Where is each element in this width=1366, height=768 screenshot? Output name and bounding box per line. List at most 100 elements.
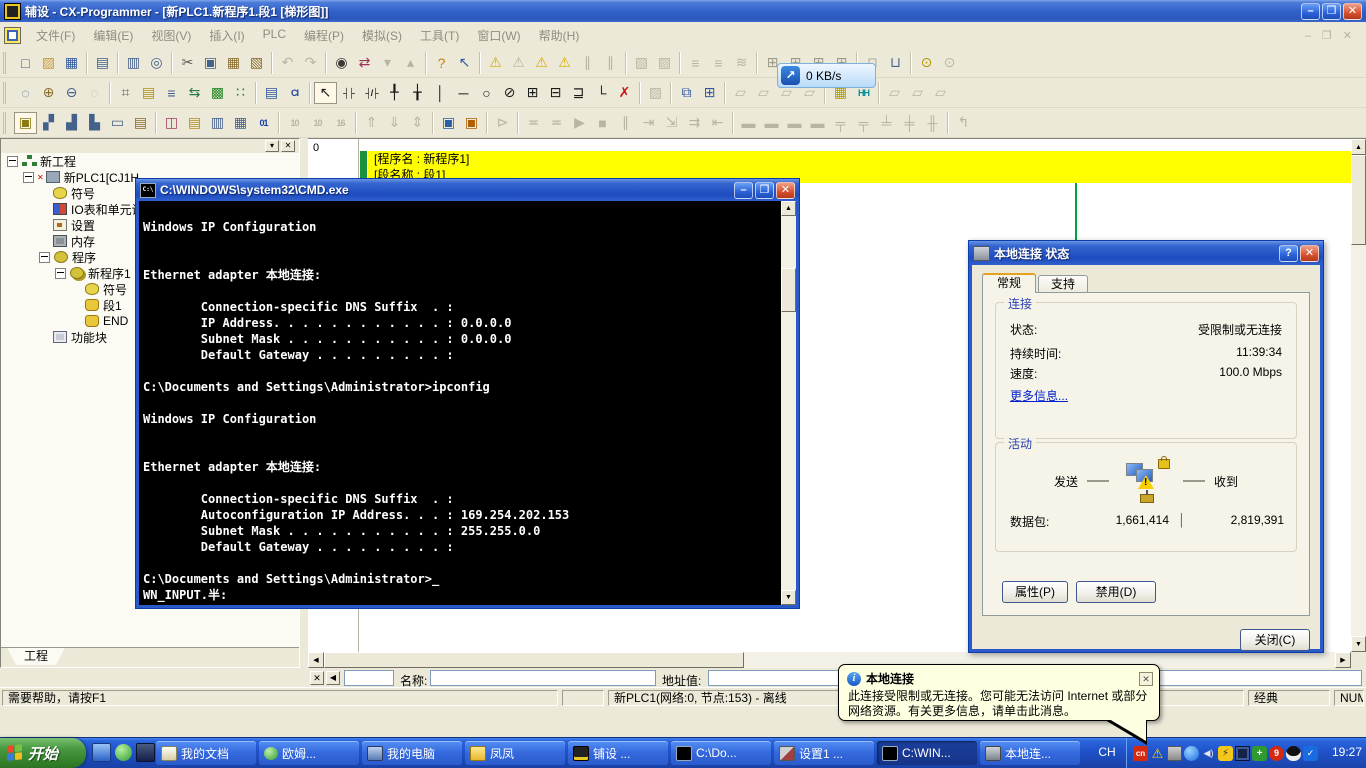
- timeline-button[interactable]: ⊞: [698, 82, 721, 104]
- find-warning-button[interactable]: ⚠: [530, 52, 553, 74]
- messenger-tray-icon[interactable]: [1184, 746, 1199, 761]
- balloon-close-button[interactable]: ✕: [1139, 672, 1153, 686]
- pointer-zoom-button[interactable]: ◌: [14, 82, 37, 104]
- new-button[interactable]: □: [14, 52, 37, 74]
- horizontal-scroll-thumb[interactable]: [324, 652, 744, 668]
- pale-c-button[interactable]: ▱: [929, 82, 952, 104]
- release-button[interactable]: ⊙: [938, 52, 961, 74]
- fast-button[interactable]: ⇉: [683, 112, 706, 134]
- zoom-out-button[interactable]: ⊖: [60, 82, 83, 104]
- vertical-scroll-thumb[interactable]: [1351, 155, 1366, 245]
- dialog-help-button[interactable]: ?: [1279, 245, 1298, 262]
- copy-button[interactable]: ▣: [199, 52, 222, 74]
- ci-button[interactable]: CI: [283, 82, 306, 104]
- task-cmd-windows[interactable]: C:\WIN...: [877, 741, 977, 765]
- workspace-close-button[interactable]: ✕: [281, 140, 295, 152]
- task-fengfeng[interactable]: 凤凤: [465, 741, 565, 765]
- task-my-computer[interactable]: 我的电脑: [362, 741, 462, 765]
- pause-a-button[interactable]: ∥: [576, 52, 599, 74]
- cross-ref-button[interactable]: ◫: [160, 112, 183, 134]
- tree-item-project-root[interactable]: 新工程: [1, 153, 299, 169]
- tab-support[interactable]: 支持: [1038, 275, 1088, 293]
- menu-edit[interactable]: 编辑(E): [84, 24, 142, 47]
- grayed-3-button[interactable]: ≋: [730, 52, 753, 74]
- symbol-window-button[interactable]: ▙: [83, 112, 106, 134]
- task-cx-programmer[interactable]: 铺设 ...: [568, 741, 668, 765]
- pale-block-button[interactable]: ▨: [644, 82, 667, 104]
- delete-tool-button[interactable]: ✗: [613, 82, 636, 104]
- binary-button[interactable]: 01: [252, 112, 275, 134]
- watch-close-button[interactable]: ✕: [310, 671, 324, 685]
- pause-b-button[interactable]: ∥: [599, 52, 622, 74]
- grayed-2-button[interactable]: ≡: [707, 52, 730, 74]
- online-check-button[interactable]: ⚠: [553, 52, 576, 74]
- select-tool-button[interactable]: ↖: [314, 82, 337, 104]
- start-button[interactable]: 开始: [0, 738, 86, 768]
- instruction-button[interactable]: ⊞: [521, 82, 544, 104]
- expander-icon[interactable]: [7, 156, 18, 167]
- print-setup-button[interactable]: ▤: [91, 52, 114, 74]
- compile-all-button[interactable]: ⚠: [507, 52, 530, 74]
- break-c-button[interactable]: ▬: [783, 112, 806, 134]
- transfer-button[interactable]: ▧: [630, 52, 653, 74]
- menu-view[interactable]: 视图(V): [142, 24, 200, 47]
- scroll-right-button[interactable]: ▶: [1335, 652, 1351, 668]
- cmd-titlebar[interactable]: C:\ C:\WINDOWS\system32\CMD.exe – ❐ ✕: [136, 179, 799, 201]
- buildings-tray-icon[interactable]: [1167, 746, 1182, 761]
- comment-button[interactable]: ▤: [137, 82, 160, 104]
- scroll-up-button[interactable]: ▲: [1351, 139, 1366, 155]
- task-omron[interactable]: 欧姆...: [259, 741, 359, 765]
- task-my-documents[interactable]: 我的文档: [156, 741, 256, 765]
- tab-project[interactable]: 工程: [7, 648, 65, 665]
- instruction-inv-button[interactable]: ⊟: [544, 82, 567, 104]
- cmd-scrollbar[interactable]: ▲ ▼: [781, 201, 796, 605]
- scroll-down-button[interactable]: ▼: [1351, 636, 1366, 652]
- coil-closed-button[interactable]: ⊘: [498, 82, 521, 104]
- ladder-horizontal-scrollbar[interactable]: ◀ ▶: [308, 652, 1351, 668]
- scroll-left-button[interactable]: ◀: [308, 652, 324, 668]
- menu-program[interactable]: 编程(P): [295, 24, 353, 47]
- workspace-button[interactable]: ▞: [37, 112, 60, 134]
- popup-window-button[interactable]: ▭: [106, 112, 129, 134]
- pause-mon-a-button[interactable]: ≖: [522, 112, 545, 134]
- grid-button[interactable]: ⌗: [114, 82, 137, 104]
- antivirus-tray-icon[interactable]: ✓: [1303, 746, 1318, 761]
- save-button[interactable]: ▦: [60, 52, 83, 74]
- properties-button[interactable]: 属性(P): [1002, 581, 1068, 603]
- radix-10s-button[interactable]: 10: [306, 112, 329, 134]
- connect-button[interactable]: └: [590, 82, 613, 104]
- compile-button[interactable]: ⚠: [484, 52, 507, 74]
- pale-a-button[interactable]: ▱: [883, 82, 906, 104]
- simulator-button[interactable]: ▣: [460, 112, 483, 134]
- paste-rung-button[interactable]: ▧: [245, 52, 268, 74]
- watch-window-button[interactable]: ▥: [206, 112, 229, 134]
- workspace-menu-button[interactable]: ▾: [265, 140, 279, 152]
- menu-tools[interactable]: 工具(T): [411, 24, 468, 47]
- return-button[interactable]: ↰: [952, 112, 975, 134]
- help-button[interactable]: ?: [430, 52, 453, 74]
- contact-nc-button[interactable]: ┤/├: [360, 82, 383, 104]
- maximize-button[interactable]: ❐: [1322, 3, 1341, 20]
- next-ref-button[interactable]: ⇓: [383, 112, 406, 134]
- volume-tray-icon[interactable]: ◀): [1201, 746, 1216, 761]
- step-button[interactable]: ⇥: [637, 112, 660, 134]
- force-cancel-button[interactable]: ╧: [875, 112, 898, 134]
- ladder-window-button[interactable]: ▣: [14, 112, 37, 134]
- quick-launch-downloader-icon[interactable]: [136, 743, 155, 762]
- task-local-connection[interactable]: 本地连...: [980, 741, 1080, 765]
- cmd-maximize-button[interactable]: ❐: [755, 182, 774, 199]
- menu-plc[interactable]: PLC: [254, 24, 295, 47]
- tab-general[interactable]: 常规: [982, 273, 1036, 293]
- network-speed-widget[interactable]: ↗ 0 KB/s: [777, 63, 876, 88]
- ime-cn-tray-icon[interactable]: cn: [1133, 746, 1148, 761]
- contact-no-button[interactable]: ┤├: [337, 82, 360, 104]
- music-tray-icon[interactable]: 9: [1269, 746, 1284, 761]
- redo-button[interactable]: ↷: [299, 52, 322, 74]
- break-b-button[interactable]: ▬: [760, 112, 783, 134]
- menu-insert[interactable]: 插入(I): [200, 24, 253, 47]
- cmd-scroll-thumb[interactable]: [781, 268, 796, 312]
- mnemonic-button[interactable]: ▤: [260, 82, 283, 104]
- block-view-button[interactable]: ▩: [206, 82, 229, 104]
- local-symbols-button[interactable]: ▤: [183, 112, 206, 134]
- coil-button[interactable]: ○: [475, 82, 498, 104]
